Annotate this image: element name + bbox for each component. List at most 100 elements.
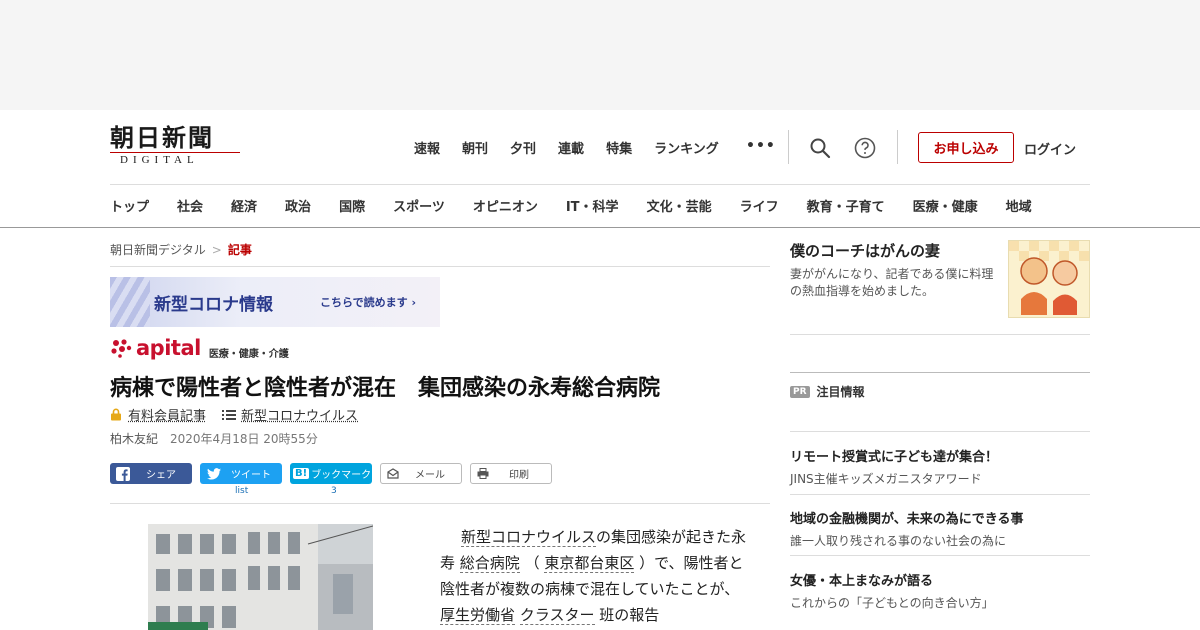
logo-main-text: 朝日新聞 [110,123,214,152]
divider [110,184,1090,185]
catnav-item[interactable]: オピニオン [473,196,538,215]
promo-title: 僕のコーチはがんの妻 [790,242,941,260]
keyword-link[interactable]: クラスター [519,606,595,625]
promo-card[interactable]: 僕のコーチはがんの妻 妻ががんになり、記者である僕に料理の熱血指導を始めました。 [790,240,1090,330]
breadcrumb-home[interactable]: 朝日新聞デジタル [110,243,206,257]
pr-item[interactable]: 地域の金融機関が、未来の為にできる事 誰一人取り残される事のない社会の為に [790,508,1090,549]
catnav-item[interactable]: 政治 [285,196,311,215]
body-text: 班の報告 [594,606,660,624]
printer-icon [477,468,489,479]
article-headline: 病棟で陽性者と陰性者が混在 集団感染の永寿総合病院 [110,376,661,401]
print-label: 印刷 [509,470,529,481]
catnav-item[interactable]: ライフ [740,196,779,215]
catnav-item[interactable]: 教育・子育て [807,196,885,215]
keyword-link[interactable]: 新型コロナウイルス [461,528,597,547]
search-icon[interactable] [808,136,832,160]
divider [110,503,770,504]
subscribe-button[interactable]: お申し込み [918,132,1014,163]
facebook-share-label: シェア [146,470,176,481]
author-name[interactable]: 柏木友紀 [110,432,158,446]
corona-banner-title: 新型コロナ情報 [154,295,273,315]
mail-icon [387,468,399,479]
divider [790,431,1090,432]
divider [788,130,789,164]
member-article-link[interactable]: 有料会員記事 [128,405,206,424]
pr-item-title: リモート授賞式に子ども達が集合！ [790,450,999,465]
article-byline: 柏木友紀 2020年4月18日 20時55分 [110,430,318,447]
pr-item[interactable]: 女優・本上まなみが語る これからの「子どもとの向き合い方」 [790,570,1090,611]
corona-info-banner[interactable]: 新型コロナ情報 こちらで読めます › [110,277,440,327]
twitter-share-button[interactable]: ツイート [200,463,282,484]
mail-share-label: メール [415,470,445,481]
keyword-link[interactable]: 総合病院 [459,554,520,573]
lock-icon [111,408,121,421]
divider [897,130,898,164]
topic-link[interactable]: 新型コロナウイルス [241,405,358,424]
divider [790,334,1090,335]
topnav-item[interactable]: 朝刊 [462,138,488,157]
pr-item[interactable]: リモート授賞式に子ども達が集合！ JINS主催キッズメガニスタアワード [790,446,1090,487]
topnav-item[interactable]: 連載 [558,138,584,157]
list-icon [222,409,237,420]
pr-item-subtitle: JINS主催キッズメガニスタアワード [790,472,982,486]
catnav-item[interactable]: 経済 [231,196,257,215]
apital-wordmark: apital [136,336,201,360]
keyword-link[interactable]: 東京都台東区 [544,554,635,573]
keyword-link[interactable]: 厚生労働省 [440,606,516,625]
catnav-item[interactable]: 文化・芸能 [647,196,712,215]
divider [110,266,770,267]
facebook-share-button[interactable]: シェア [110,463,192,484]
more-menu-icon[interactable]: ••• [746,138,776,154]
divider [0,227,1200,228]
promo-illustration [1008,240,1090,318]
top-ad-area [0,0,1200,110]
divider [790,494,1090,495]
chevron-right-icon: › [411,296,417,309]
help-icon[interactable] [853,136,877,160]
apital-subtitle: 医療・健康・介護 [208,348,289,360]
login-link[interactable]: ログイン [1024,139,1076,158]
article-meta: 有料会員記事 新型コロナウイルス [110,405,358,424]
topnav-item[interactable]: 特集 [606,138,632,157]
corona-banner-link: こちらで読めます › [320,294,416,310]
site-logo[interactable]: 朝日新聞 DIGITAL [110,124,245,172]
pr-item-subtitle: 誰一人取り残される事のない社会の為に [790,534,1007,548]
article-body: 新型コロナウイルスの集団感染が起きた永寿 総合病院 （ 東京都台東区 ）で、陽性… [440,524,750,628]
pr-section-header: PR 注目情報 [790,383,865,400]
print-button[interactable]: 印刷 [470,463,552,484]
mail-share-button[interactable]: メール [380,463,462,484]
topnav-item[interactable]: 夕刊 [510,138,536,157]
apital-label[interactable]: apital 医療・健康・介護 [110,336,289,360]
breadcrumb: 朝日新聞デジタル > 記事 [110,241,252,258]
promo-description: 妻ががんになり、記者である僕に料理の熱血指導を始めました。 [790,267,994,298]
facebook-icon [116,466,130,481]
catnav-item[interactable]: IT・科学 [566,196,619,215]
logo-sub-text: DIGITAL [110,152,240,166]
article-photo[interactable] [148,524,373,630]
catnav-item[interactable]: 地域 [1006,196,1032,215]
catnav-item[interactable]: トップ [110,196,149,215]
pr-item-subtitle: これからの「子どもとの向き合い方」 [790,596,994,610]
top-nav: 速報 朝刊 夕刊 連載 特集 ランキング [414,138,741,157]
topnav-item[interactable]: ランキング [654,138,719,157]
hatena-count[interactable]: 3 [331,486,337,496]
twitter-icon [207,467,221,480]
hatena-icon: B! [293,468,310,479]
twitter-share-label: ツイート [231,470,271,481]
hatena-bookmark-label: ブックマーク [311,470,372,481]
topnav-item[interactable]: 速報 [414,138,440,157]
catnav-item[interactable]: 医療・健康 [913,196,978,215]
banner-decoration [110,277,150,327]
twitter-count[interactable]: list [235,486,248,496]
breadcrumb-current: 記事 [227,243,252,257]
pr-section-title: 注目情報 [816,385,865,399]
category-nav: トップ 社会 経済 政治 国際 スポーツ オピニオン IT・科学 文化・芸能 ラ… [110,196,1200,215]
hatena-bookmark-button[interactable]: B! ブックマーク [290,463,372,484]
publish-date: 2020年4月18日 20時55分 [170,432,318,446]
divider [790,372,1090,373]
catnav-item[interactable]: スポーツ [393,196,445,215]
hospital-building-image [148,524,373,630]
catnav-item[interactable]: 国際 [339,196,365,215]
catnav-item[interactable]: 社会 [177,196,203,215]
corona-banner-link-text: こちらで読めます [320,296,408,309]
